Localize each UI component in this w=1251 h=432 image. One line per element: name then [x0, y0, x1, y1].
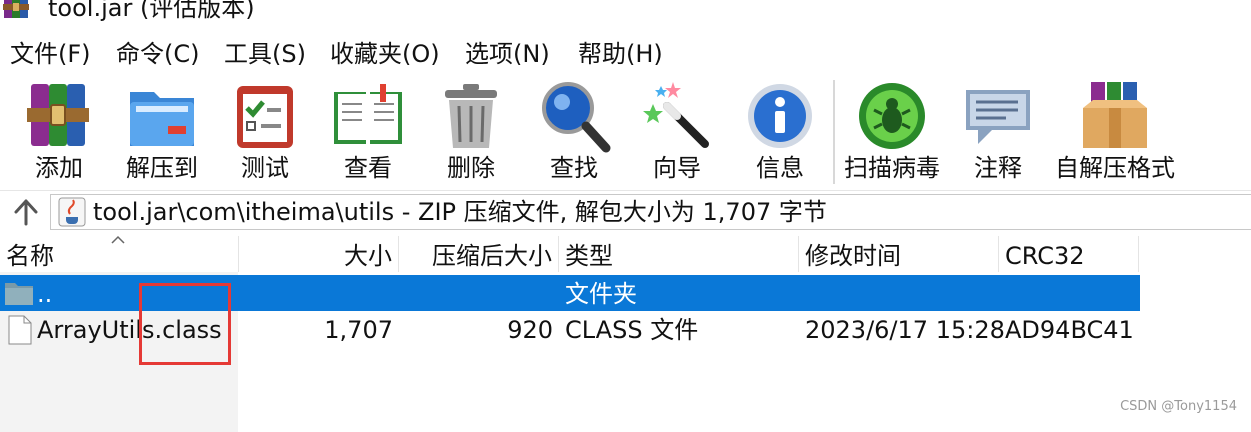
- column-name[interactable]: 名称: [0, 236, 239, 272]
- column-type[interactable]: 类型: [559, 236, 799, 272]
- up-arrow-icon[interactable]: [10, 197, 42, 227]
- folder-up-icon: [5, 283, 33, 305]
- comment-button[interactable]: 注释: [948, 72, 1048, 188]
- menu-bar: 文件(F) 命令(C) 工具(S) 收藏夹(O) 选项(N) 帮助(H): [0, 36, 1251, 72]
- add-archive-icon: [27, 84, 89, 146]
- test-icon: [237, 86, 293, 148]
- menu-tools[interactable]: 工具(S): [224, 38, 306, 70]
- list-header: 名称 大小 压缩后大小 类型 修改时间 CRC32: [0, 232, 1251, 274]
- trash-icon: [445, 84, 497, 148]
- annotation-highlight-box: [139, 283, 231, 365]
- comment-icon: [966, 90, 1030, 144]
- view-book-icon: [334, 84, 402, 144]
- title-bar: tool.jar (评估版本): [0, 0, 1251, 28]
- path-text: tool.jar\com\itheima\utils - ZIP 压缩文件, 解…: [93, 198, 827, 226]
- path-field[interactable]: tool.jar\com\itheima\utils - ZIP 压缩文件, 解…: [50, 194, 1251, 230]
- column-modified[interactable]: 修改时间: [799, 236, 999, 272]
- menu-favorites[interactable]: 收藏夹(O): [330, 38, 440, 70]
- file-icon: [8, 315, 32, 345]
- menu-file[interactable]: 文件(F): [10, 38, 91, 70]
- menu-command[interactable]: 命令(C): [116, 38, 199, 70]
- column-crc32[interactable]: CRC32: [999, 236, 1139, 272]
- column-packed-size[interactable]: 压缩后大小: [399, 236, 559, 272]
- winrar-app-icon: [3, 0, 29, 18]
- address-bar: tool.jar\com\itheima\utils - ZIP 压缩文件, 解…: [0, 190, 1251, 232]
- virus-scan-icon: [859, 83, 925, 149]
- info-button[interactable]: 信息: [730, 72, 830, 188]
- toolbar: 添加 解压到 测试 查看 删除 查找 向导 信息 扫描病毒 注释 自解压格式: [0, 72, 1251, 190]
- magnifier-icon: [542, 82, 611, 153]
- row-modified: 2023/6/17 15:28: [805, 316, 1005, 344]
- row-size: 1,707: [324, 316, 393, 344]
- sfx-label: 自解压格式: [1055, 154, 1175, 182]
- virus-scan-button[interactable]: 扫描病毒: [842, 72, 942, 188]
- wizard-wand-icon: [643, 82, 709, 148]
- menu-help[interactable]: 帮助(H): [578, 38, 663, 70]
- info-icon: [748, 84, 812, 148]
- column-size[interactable]: 大小: [239, 236, 399, 272]
- java-archive-icon: [58, 197, 86, 227]
- watermark: CSDN @Tony1154: [1120, 399, 1237, 414]
- window-title: tool.jar (评估版本): [48, 0, 255, 22]
- row-packed-size: 920: [507, 316, 553, 344]
- sfx-button[interactable]: 自解压格式: [1055, 72, 1175, 188]
- sfx-box-icon: [1083, 82, 1147, 148]
- row-crc32: AD94BC41: [1005, 316, 1134, 344]
- extract-to-icon: [130, 92, 194, 146]
- menu-options[interactable]: 选项(N): [465, 38, 550, 70]
- row-type: CLASS 文件: [565, 316, 699, 344]
- row-type: 文件夹: [565, 280, 637, 308]
